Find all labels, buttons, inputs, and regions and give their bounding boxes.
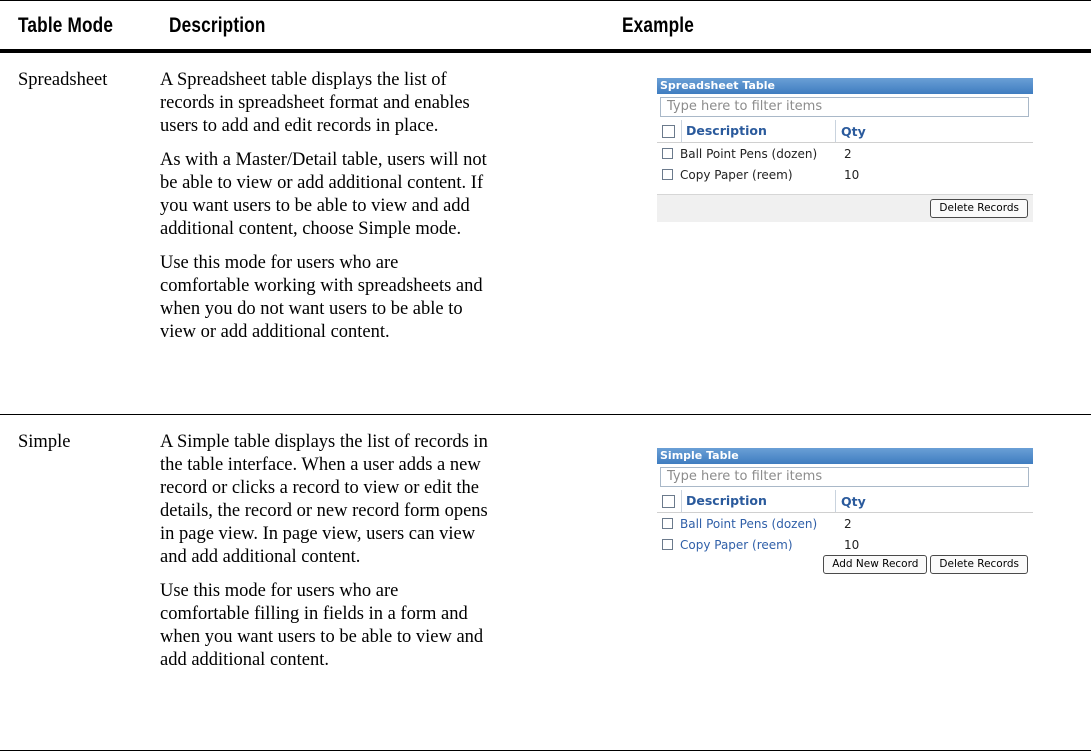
item-qty[interactable]: 2: [838, 147, 852, 161]
description-simple: A Simple table displays the list of reco…: [160, 431, 490, 683]
select-all-checkbox[interactable]: [662, 124, 675, 138]
item-qty: 10: [844, 537, 860, 552]
row-divider: [0, 414, 1091, 415]
column-qty[interactable]: Qty: [841, 494, 866, 509]
delete-records-button[interactable]: Delete Records: [930, 199, 1028, 218]
column-divider: [835, 490, 836, 512]
column-description[interactable]: Description: [681, 490, 835, 512]
column-divider: [835, 120, 836, 142]
header-rule: [0, 49, 1091, 53]
table-header: Description Qty: [657, 490, 1033, 513]
filter-input[interactable]: Type here to filter items: [660, 97, 1029, 117]
header-table-mode: Table Mode: [18, 14, 114, 37]
paragraph: A Spreadsheet table displays the list of…: [160, 70, 470, 136]
spreadsheet-table-example: Spreadsheet Table Type here to filter it…: [657, 78, 1033, 222]
paragraph: A Simple table displays the list of reco…: [160, 432, 488, 567]
column-qty[interactable]: Qty: [841, 124, 866, 139]
item-description[interactable]: Ball Point Pens (dozen): [679, 147, 838, 161]
simple-table-example: Simple Table Type here to filter items D…: [657, 448, 1033, 574]
paragraph: As with a Master/Detail table, users wil…: [160, 150, 487, 239]
widget-title: Spreadsheet Table: [657, 78, 1033, 94]
delete-records-button[interactable]: Delete Records: [930, 554, 1028, 574]
row-checkbox[interactable]: [662, 169, 673, 180]
table-footer: Delete Records: [657, 194, 1033, 222]
table-row[interactable]: Copy Paper (reem) 10: [657, 534, 1033, 555]
table-row[interactable]: Copy Paper (reem) 10: [657, 164, 1033, 185]
row-checkbox[interactable]: [662, 539, 673, 550]
item-description-link[interactable]: Ball Point Pens (dozen): [679, 517, 838, 531]
paragraph: Use this mode for users who are comforta…: [160, 581, 484, 670]
column-description[interactable]: Description: [681, 120, 835, 142]
header-example: Example: [622, 14, 694, 37]
add-new-record-button[interactable]: Add New Record: [823, 554, 928, 574]
top-rule: [0, 0, 1091, 1]
table-header: Description Qty: [657, 120, 1033, 143]
widget-title: Simple Table: [657, 448, 1033, 464]
item-qty[interactable]: 10: [838, 168, 859, 182]
table-row[interactable]: Ball Point Pens (dozen) 2: [657, 143, 1033, 164]
table-footer: Add New Record Delete Records: [657, 554, 1033, 574]
mode-spreadsheet: Spreadsheet: [18, 70, 108, 90]
description-spreadsheet: A Spreadsheet table displays the list of…: [160, 69, 490, 355]
paragraph: Use this mode for users who are comforta…: [160, 253, 483, 342]
item-description-link[interactable]: Copy Paper (reem): [679, 538, 838, 552]
row-checkbox[interactable]: [662, 518, 673, 529]
filter-input[interactable]: Type here to filter items: [660, 467, 1029, 487]
mode-simple: Simple: [18, 432, 71, 452]
header-description: Description: [169, 14, 266, 37]
item-description[interactable]: Copy Paper (reem): [679, 168, 838, 182]
table-row[interactable]: Ball Point Pens (dozen) 2: [657, 513, 1033, 534]
item-qty: 2: [844, 516, 852, 531]
bottom-rule: [0, 750, 1091, 751]
row-checkbox[interactable]: [662, 148, 673, 159]
select-all-checkbox[interactable]: [662, 494, 675, 508]
